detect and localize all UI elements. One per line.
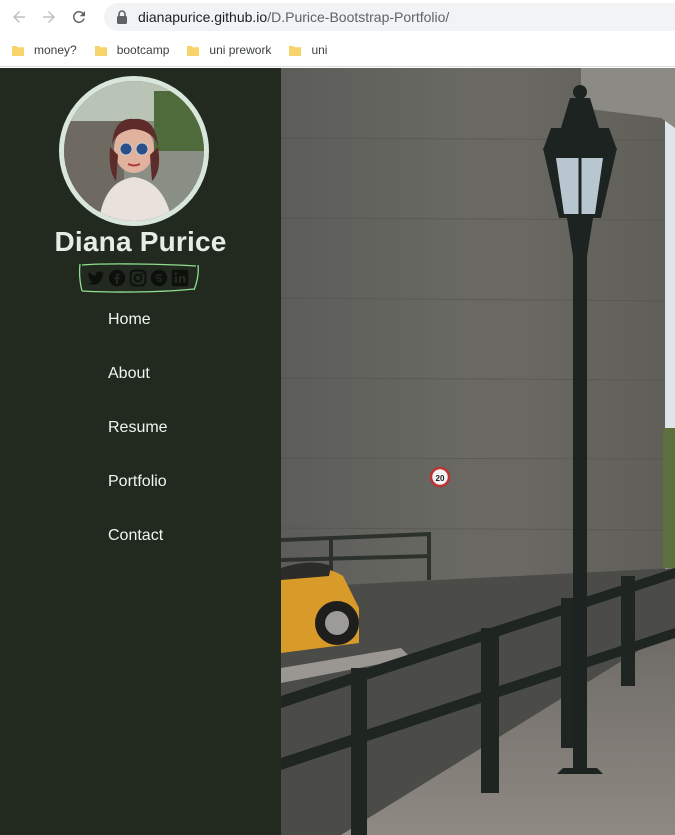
browser-toolbar: dianapurice.github.io/D.Purice-Bootstrap… bbox=[0, 0, 675, 34]
portfolio-page: Diana Purice Home About Resume Portfolio… bbox=[0, 68, 675, 835]
nav-home[interactable]: Home bbox=[108, 306, 168, 360]
back-button[interactable] bbox=[6, 4, 32, 30]
reload-icon bbox=[72, 10, 85, 23]
lock-icon bbox=[117, 10, 127, 24]
bookmarks-bar: money? bootcamp uni prework uni bbox=[0, 34, 675, 67]
url-host: dianapurice.github.io bbox=[138, 9, 268, 25]
bookmark-money[interactable]: money? bbox=[12, 43, 77, 57]
social-links bbox=[76, 261, 200, 295]
profile-name: Diana Purice bbox=[54, 226, 227, 257]
nav-portfolio[interactable]: Portfolio bbox=[108, 468, 168, 522]
bookmark-label: uni bbox=[311, 43, 328, 57]
folder-icon bbox=[94, 46, 107, 56]
address-bar[interactable]: dianapurice.github.io/D.Purice-Bootstrap… bbox=[104, 3, 675, 31]
sidebar: Diana Purice Home About Resume Portfolio… bbox=[0, 68, 281, 835]
main-nav: Home About Resume Portfolio Contact bbox=[108, 306, 168, 576]
bookmark-label: uni prework bbox=[209, 43, 272, 57]
linkedin-icon[interactable] bbox=[171, 269, 189, 287]
forward-arrow-icon bbox=[43, 11, 55, 23]
twitter-icon[interactable] bbox=[87, 269, 105, 287]
skype-icon[interactable] bbox=[150, 269, 168, 287]
instagram-icon[interactable] bbox=[129, 269, 147, 287]
profile-photo bbox=[64, 81, 204, 221]
bookmark-uni[interactable]: uni bbox=[289, 43, 327, 57]
bookmark-uni-prework[interactable]: uni prework bbox=[187, 43, 271, 57]
nav-contact[interactable]: Contact bbox=[108, 522, 168, 576]
speed-sign-label: 20 bbox=[436, 474, 445, 483]
url-path: /D.Purice-Bootstrap-Portfolio/ bbox=[267, 9, 450, 25]
folder-icon bbox=[289, 46, 302, 56]
profile-avatar bbox=[59, 76, 209, 226]
bookmark-label: bootcamp bbox=[116, 43, 170, 57]
folder-icon bbox=[12, 46, 24, 56]
back-arrow-icon bbox=[13, 11, 25, 23]
reload-button[interactable] bbox=[66, 4, 92, 30]
forward-button[interactable] bbox=[36, 4, 62, 30]
nav-resume[interactable]: Resume bbox=[108, 414, 168, 468]
bookmark-label: money? bbox=[34, 43, 77, 57]
hero-photo: 20 bbox=[281, 68, 675, 835]
facebook-icon[interactable] bbox=[108, 269, 126, 287]
nav-about[interactable]: About bbox=[108, 360, 168, 414]
folder-icon bbox=[187, 46, 200, 56]
bookmark-bootcamp[interactable]: bootcamp bbox=[94, 43, 170, 57]
hero-image: 20 bbox=[281, 68, 675, 835]
